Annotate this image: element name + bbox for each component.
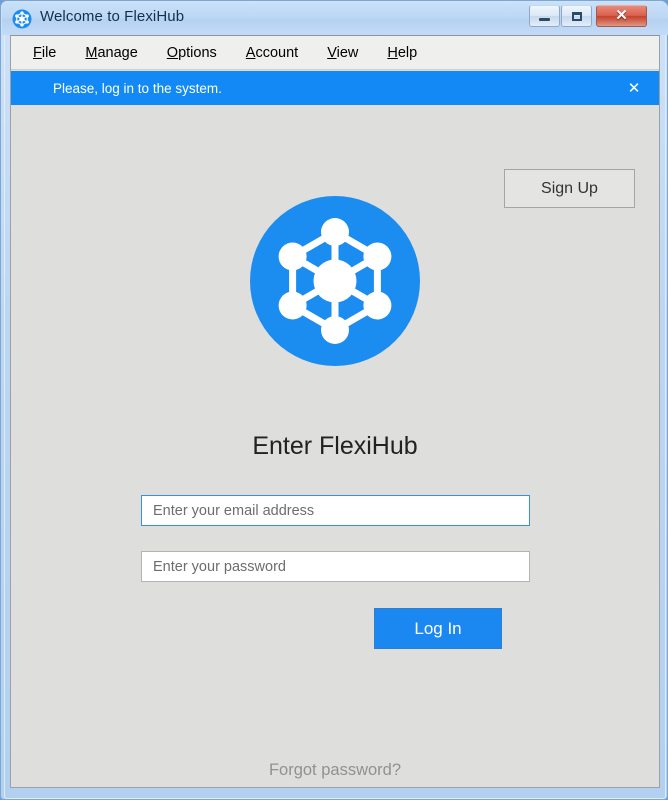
flexihub-logo <box>250 196 420 366</box>
minimize-icon <box>539 18 550 21</box>
menu-item-file[interactable]: File <box>33 45 56 61</box>
notification-close-icon[interactable]: ✕ <box>625 80 643 98</box>
log-in-button[interactable]: Log In <box>374 608 502 649</box>
title-bar[interactable]: Welcome to FlexiHub ✕ <box>2 2 668 35</box>
maximize-icon <box>571 11 582 21</box>
window-title: Welcome to FlexiHub <box>40 8 185 25</box>
minimize-button[interactable] <box>529 5 560 27</box>
menu-bar: File Manage Options Account View Help <box>11 36 659 70</box>
client-area: File Manage Options Account View Help Pl… <box>10 35 660 788</box>
flexihub-app-icon <box>12 9 32 29</box>
application-window: Welcome to FlexiHub ✕ File Manage Option… <box>0 0 668 800</box>
page-title: Enter FlexiHub <box>252 432 418 460</box>
login-content-panel: Sign Up Enter FlexiHub Enter your email … <box>11 105 659 787</box>
notification-message: Please, log in to the system. <box>53 80 222 96</box>
close-icon: ✕ <box>615 7 628 24</box>
password-field[interactable] <box>141 551 530 582</box>
sign-up-button[interactable]: Sign Up <box>504 169 635 208</box>
close-window-button[interactable]: ✕ <box>596 5 647 27</box>
menu-item-manage[interactable]: Manage <box>85 45 137 61</box>
menu-item-options[interactable]: Options <box>167 45 217 61</box>
forgot-password-link[interactable]: Forgot password? <box>11 761 659 780</box>
notification-bar: Please, log in to the system. ✕ <box>11 71 659 105</box>
menu-item-view[interactable]: View <box>327 45 358 61</box>
maximize-button[interactable] <box>561 5 592 27</box>
menu-item-help[interactable]: Help <box>387 45 417 61</box>
email-field[interactable] <box>141 495 530 526</box>
menu-item-account[interactable]: Account <box>246 45 298 61</box>
